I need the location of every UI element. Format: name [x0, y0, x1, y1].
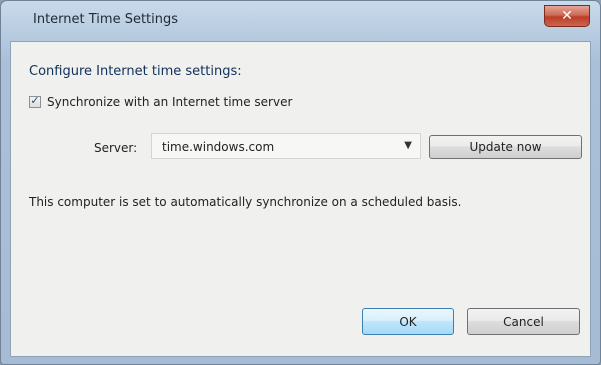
sync-checkbox-row[interactable]: ✓ Synchronize with an Internet time serv… [29, 94, 292, 109]
close-icon: ✕ [561, 8, 573, 24]
title-bar[interactable]: Internet Time Settings ✕ [1, 1, 600, 41]
window-title: Internet Time Settings [33, 12, 179, 27]
checkmark-icon: ✓ [30, 94, 40, 107]
close-button[interactable]: ✕ [544, 5, 590, 27]
update-now-button[interactable]: Update now [429, 135, 582, 159]
cancel-button[interactable]: Cancel [467, 308, 580, 335]
server-dropdown[interactable]: time.windows.com ▼ [151, 133, 421, 159]
server-label: Server: [94, 141, 138, 155]
settings-heading: Configure Internet time settings: [29, 64, 242, 79]
dialog-content: Configure Internet time settings: ✓ Sync… [10, 41, 591, 357]
ok-button[interactable]: OK [362, 308, 454, 335]
chevron-down-icon[interactable]: ▼ [404, 140, 412, 151]
internet-time-settings-dialog: Internet Time Settings ✕ Configure Inter… [0, 0, 601, 365]
sync-checkbox[interactable]: ✓ [29, 94, 41, 108]
sync-status-text: This computer is set to automatically sy… [29, 195, 462, 209]
server-value[interactable]: time.windows.com [162, 140, 274, 154]
sync-checkbox-label[interactable]: Synchronize with an Internet time server [47, 95, 292, 109]
